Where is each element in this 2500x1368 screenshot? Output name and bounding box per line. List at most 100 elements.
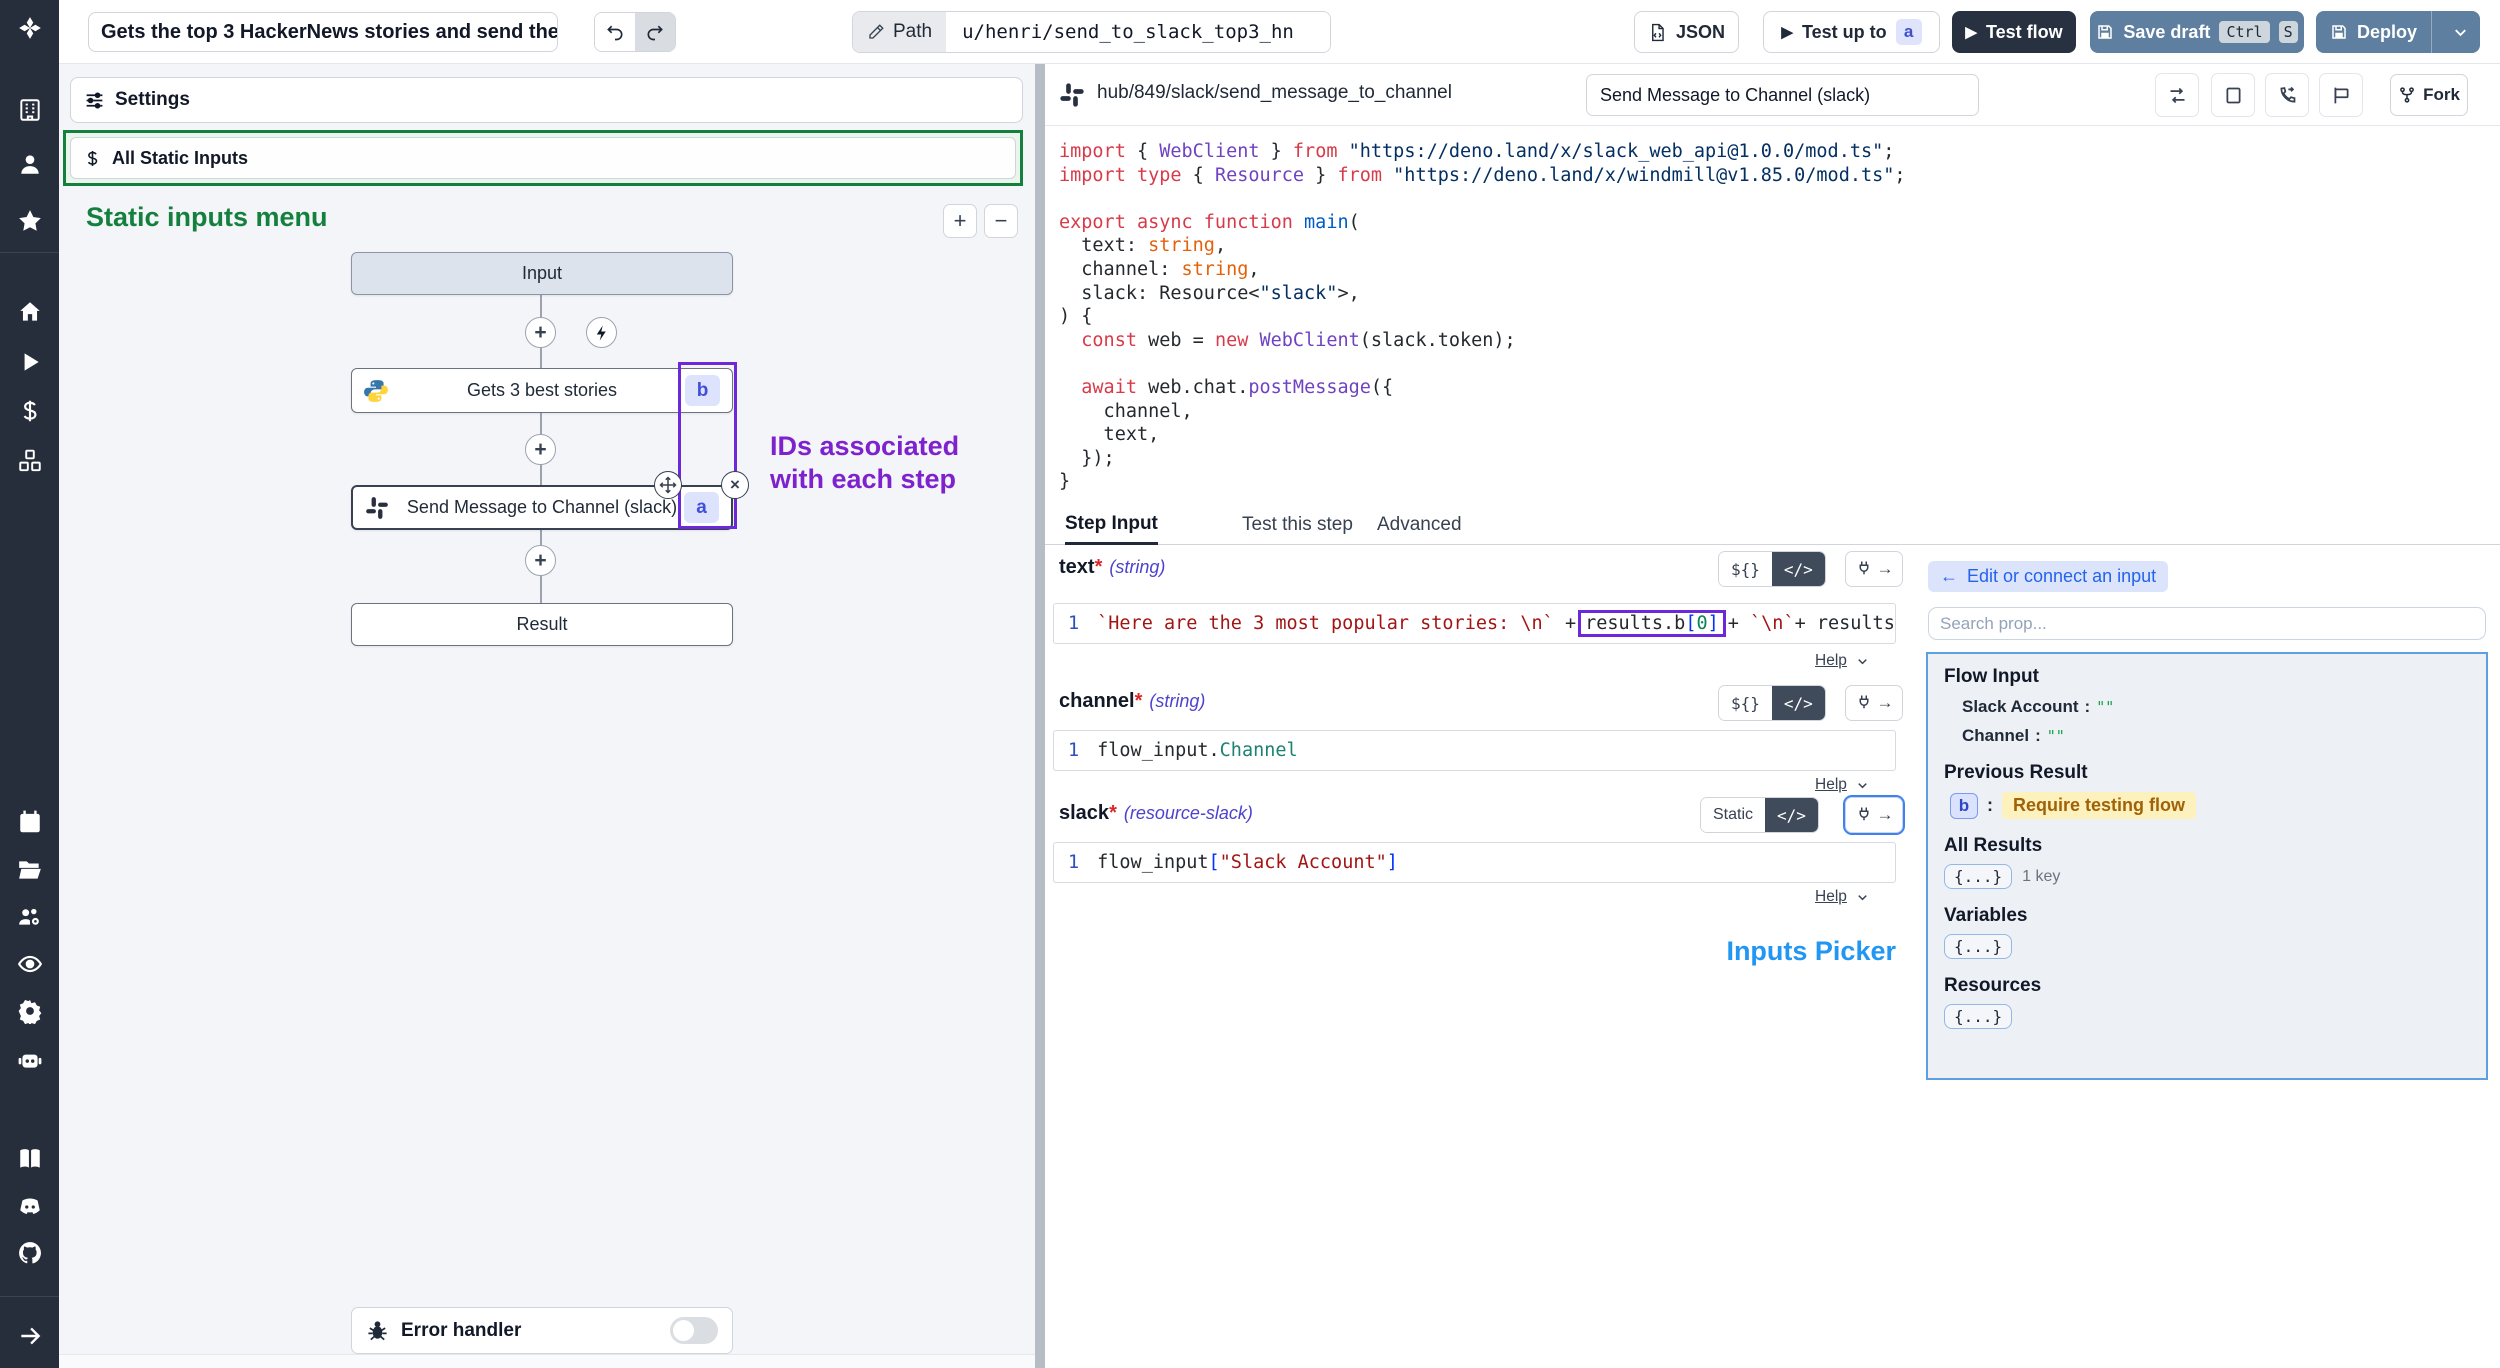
flow-input-title: Flow Input: [1944, 666, 2470, 688]
toggle-template-mode[interactable]: ${}: [1719, 552, 1772, 586]
channel-connect-plug-button[interactable]: →: [1845, 685, 1903, 721]
expand-editor-button[interactable]: [2211, 73, 2255, 117]
deploy-button[interactable]: Deploy: [2316, 11, 2480, 53]
toggle-code-mode[interactable]: </>: [1772, 686, 1825, 720]
prop-channel[interactable]: Channel:"": [1962, 726, 2470, 746]
graph-zoom-out-button[interactable]: −: [984, 204, 1018, 238]
ai-robot-icon[interactable]: [16, 1046, 44, 1074]
fork-button[interactable]: Fork: [2390, 74, 2468, 116]
undo-button[interactable]: [595, 13, 635, 51]
insert-step-button[interactable]: +: [525, 545, 556, 576]
save-icon: [2330, 23, 2348, 41]
move-step-handle[interactable]: [654, 471, 682, 499]
variables-object-pill[interactable]: {...}: [1944, 934, 2012, 959]
graph-zoom-in-button[interactable]: +: [943, 204, 977, 238]
windmill-logo-icon[interactable]: [16, 14, 44, 42]
play-icon: ▶: [1965, 23, 1977, 41]
redo-button[interactable]: [635, 13, 675, 51]
diff-phone-button[interactable]: [2265, 73, 2309, 117]
workspace-building-icon[interactable]: [16, 96, 44, 124]
toggle-template-mode[interactable]: ${}: [1719, 686, 1772, 720]
folders-icon[interactable]: [16, 856, 44, 884]
tab-step-input[interactable]: Step Input: [1065, 505, 1158, 545]
toggle-code-mode[interactable]: </>: [1765, 798, 1818, 832]
settings-gear-icon[interactable]: [16, 997, 44, 1025]
panel-icon: [2331, 85, 2352, 106]
variables-dollar-icon[interactable]: [16, 397, 44, 425]
annotation-ids-text: IDs associated with each step: [770, 430, 1030, 496]
slack-help-link[interactable]: Help: [1815, 888, 1870, 906]
slack-icon: [364, 495, 390, 521]
text-connect-plug-button[interactable]: →: [1845, 551, 1903, 587]
plug-icon: [1855, 560, 1873, 578]
favorites-star-icon[interactable]: [16, 207, 44, 235]
error-handler-toggle[interactable]: [670, 1317, 718, 1344]
flow-settings-button[interactable]: Settings: [70, 77, 1023, 123]
node-result[interactable]: Result: [351, 603, 733, 646]
reload-script-button[interactable]: [2155, 73, 2199, 117]
trigger-bolt-button[interactable]: [586, 317, 617, 348]
search-prop-input[interactable]: Search prop...: [1928, 607, 2486, 640]
chevron-down-icon: [1855, 890, 1870, 905]
toggle-static-mode[interactable]: Static: [1701, 798, 1765, 832]
audit-eye-icon[interactable]: [16, 950, 44, 978]
all-results-title: All Results: [1944, 835, 2470, 857]
bug-icon: [366, 1319, 389, 1342]
github-icon[interactable]: [16, 1239, 44, 1267]
delete-step-button[interactable]: ×: [721, 471, 749, 499]
test-flow-button[interactable]: ▶ Test flow: [1952, 11, 2076, 53]
code-editor[interactable]: import { WebClient } from "https://deno.…: [1059, 140, 2489, 494]
node-gets-3-best-stories[interactable]: Gets 3 best stories b: [351, 368, 733, 413]
sidebar-divider: [0, 252, 59, 253]
swap-arrows-icon: [2167, 85, 2188, 106]
path-chip[interactable]: Path: [853, 12, 946, 52]
chevron-down-icon: [1855, 654, 1870, 669]
static-inputs-annotation-box: All Static Inputs: [63, 130, 1023, 186]
groups-users-gear-icon[interactable]: [16, 903, 44, 931]
text-help-link[interactable]: Help: [1815, 652, 1870, 670]
panel-resize-divider[interactable]: [1035, 64, 1045, 1368]
prop-slack-account[interactable]: Slack Account:"": [1962, 697, 2470, 717]
insert-step-button[interactable]: +: [525, 317, 556, 348]
error-handler-label: Error handler: [401, 1320, 658, 1342]
edit-or-connect-input-button[interactable]: ← Edit or connect an input: [1928, 561, 2168, 592]
deploy-dropdown-button[interactable]: [2441, 11, 2480, 53]
resources-cubes-icon[interactable]: [16, 447, 44, 475]
test-up-to-button[interactable]: ▶ Test up to a: [1763, 11, 1940, 53]
slack-expression-editor[interactable]: 1flow_input["Slack Account"]: [1053, 842, 1896, 883]
expand-arrow-right-icon[interactable]: [16, 1322, 44, 1350]
file-code-icon: [1648, 23, 1667, 42]
topbar: Gets the top 3 HackerNews stories and se…: [59, 0, 2500, 64]
phone-icon: [2277, 85, 2298, 106]
channel-expression-editor[interactable]: 1flow_input.Channel: [1053, 730, 1896, 771]
square-icon: [2223, 85, 2244, 106]
toggle-code-mode[interactable]: </>: [1772, 552, 1825, 586]
tab-advanced[interactable]: Advanced: [1377, 505, 1462, 545]
path-value-input[interactable]: u/henri/send_to_slack_top3_hn: [946, 12, 1330, 52]
prev-result-badge-b[interactable]: b: [1950, 793, 1978, 819]
step-summary-input[interactable]: Send Message to Channel (slack): [1586, 74, 1979, 116]
flow-title-input[interactable]: Gets the top 3 HackerNews stories and se…: [88, 12, 558, 52]
docs-book-icon[interactable]: [16, 1145, 44, 1173]
sidebar-divider: [0, 1296, 59, 1297]
panel-layout-button[interactable]: [2319, 73, 2363, 117]
slack-connect-plug-button[interactable]: →: [1845, 797, 1903, 833]
json-button[interactable]: JSON: [1634, 11, 1739, 53]
schedules-calendar-icon[interactable]: [16, 808, 44, 836]
require-testing-flow-note: Require testing flow: [2002, 792, 2196, 819]
all-results-object-pill[interactable]: {...}: [1944, 864, 2012, 889]
runs-play-icon[interactable]: [16, 348, 44, 376]
text-expression-editor[interactable]: 1`Here are the 3 most popular stories: \…: [1053, 603, 1896, 644]
tab-test-this-step[interactable]: Test this step: [1242, 505, 1353, 545]
channel-help-link[interactable]: Help: [1815, 776, 1870, 794]
node-input[interactable]: Input: [351, 252, 733, 295]
previous-result-title: Previous Result: [1944, 762, 2470, 784]
resources-object-pill[interactable]: {...}: [1944, 1004, 2012, 1029]
insert-step-button[interactable]: +: [525, 434, 556, 465]
home-icon[interactable]: [16, 298, 44, 326]
step-id-badge: a: [1896, 19, 1922, 45]
discord-icon[interactable]: [16, 1193, 44, 1221]
user-icon[interactable]: [16, 150, 44, 178]
all-static-inputs-button[interactable]: All Static Inputs: [70, 137, 1016, 179]
save-draft-button[interactable]: Save draft Ctrl S: [2090, 11, 2304, 53]
